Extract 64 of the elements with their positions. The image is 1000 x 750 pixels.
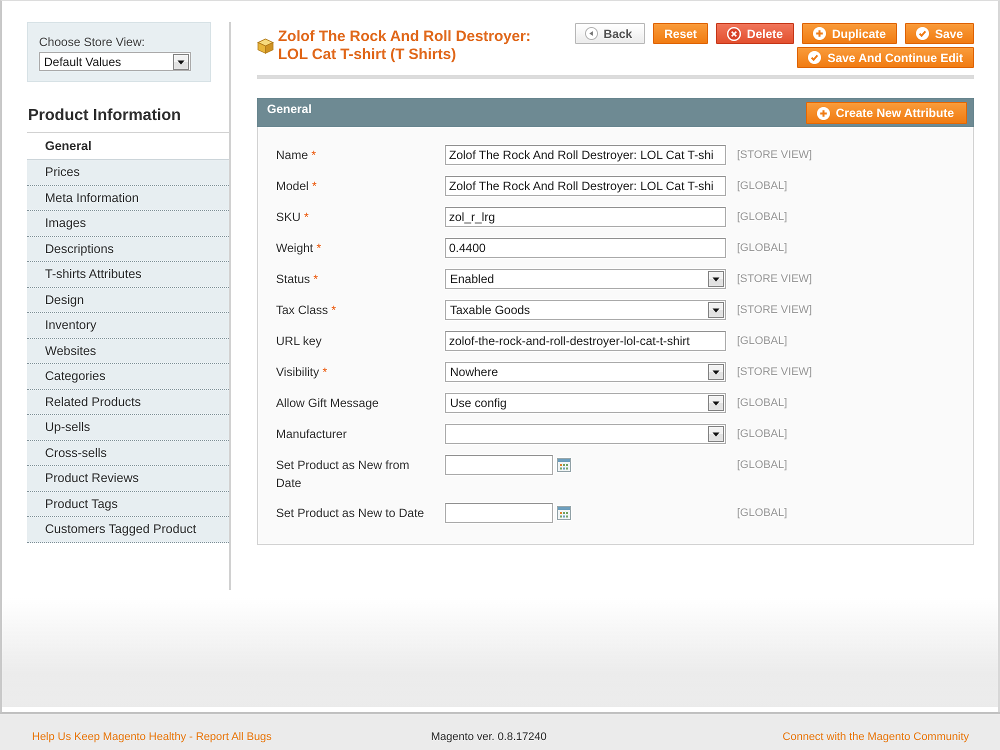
version-text: Magento ver. 0.8.17240 [431,731,547,745]
field-label: Set Product as New to Date [276,505,426,522]
field-label: Manufacturer [276,426,348,443]
scope-label: [GLOBAL] [737,334,788,349]
scope-label: [GLOBAL] [737,396,788,411]
field-label: Tax Class * [276,302,338,319]
field-label: Model * [276,178,318,195]
store-view-label: Choose Store View: [39,35,146,49]
scope-label: [GLOBAL] [737,427,788,442]
field-label: Visibility * [276,364,328,381]
sidebar-tab[interactable]: Categories [27,364,229,390]
field-label: Set Product as New from Date [276,457,410,492]
box-icon [257,38,274,54]
scope-label: [GLOBAL] [737,458,788,473]
x-circle-icon [726,26,741,40]
field-label: Status * [276,271,320,288]
sidebar-tab[interactable]: Related Products [27,390,229,415]
text-field[interactable]: zolof-the-rock-and-roll-destroyer-lol-cat-t-shirt [445,331,726,351]
sidebar-tab[interactable]: Images [27,211,229,236]
section-title: General [267,102,312,117]
check-circle-icon [808,51,822,64]
sidebar-tab[interactable]: Prices [27,160,229,186]
sidebar-tab[interactable]: Meta Information [27,186,229,211]
select-field[interactable]: Enabled [445,269,726,289]
sidebar-tab[interactable]: Websites [27,338,229,364]
text-field[interactable]: zol_r_lrg [445,207,726,227]
date-field[interactable] [445,503,553,523]
field-label: Name * [276,147,318,164]
scope-label: [STORE VIEW] [737,303,812,318]
select-field[interactable]: Use config [445,393,726,413]
scope-label: [GLOBAL] [737,210,788,225]
sidebar-tab[interactable]: Descriptions [27,236,229,262]
sidebar-tab[interactable]: Inventory [27,313,229,338]
scope-label: [STORE VIEW] [737,272,812,287]
scope-label: [STORE VIEW] [737,148,812,163]
text-field[interactable]: 0.4400 [445,238,726,258]
back-button[interactable]: Back [574,23,646,44]
scope-label: [GLOBAL] [737,506,788,521]
store-view-select[interactable]: Default Values [39,52,191,71]
check-circle-icon [916,27,929,40]
date-field[interactable] [445,455,553,475]
scope-label: [GLOBAL] [737,241,788,256]
select-field[interactable]: Taxable Goods [445,300,726,320]
sidebar-tab[interactable]: Up-sells [27,415,229,440]
sidebar-tab[interactable]: Design [27,288,229,313]
plus-circle-icon [812,27,826,40]
sidebar-tab[interactable]: Cross-sells [27,440,229,466]
sidebar-tab[interactable]: T-shirts Attributes [27,262,229,288]
sidebar-tab[interactable]: Customers Tagged Product [27,517,229,542]
field-label: URL key [276,333,323,350]
left-arrow-circle-icon [584,27,598,40]
select-field[interactable] [445,424,726,444]
sidebar-tab[interactable]: Product Reviews [27,466,229,492]
sidebar-tab[interactable]: Product Tags [27,492,229,517]
page-title: Zolof The Rock And Roll Destroyer: LOL Cat T-shirt (T Shirts) [278,28,532,64]
text-field[interactable]: Zolof The Rock And Roll Destroyer: LOL Cat T-shi [445,145,726,165]
field-label: Allow Gift Message [276,395,380,412]
scope-label: [STORE VIEW] [737,365,812,380]
field-label: SKU * [276,209,310,226]
plus-circle-icon [816,106,830,120]
select-field[interactable]: Nowhere [445,362,726,382]
text-field[interactable]: Zolof The Rock And Roll Destroyer: LOL Cat T-shi [445,176,726,196]
field-label: Weight * [276,240,322,257]
scope-label: [GLOBAL] [737,179,788,194]
